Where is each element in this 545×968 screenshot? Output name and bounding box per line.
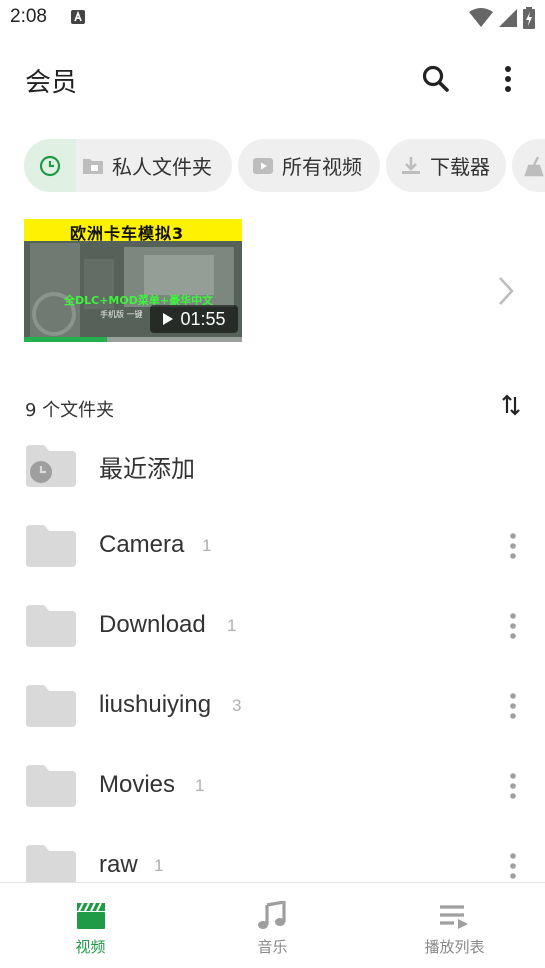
nav-item-playlist[interactable]: 播放列表 xyxy=(364,883,545,968)
folder-name: liushuiying xyxy=(99,691,212,718)
recent-video-row[interactable]: 欧洲卡车模拟3 全DLC+MOD菜单+豪华中文 手机版 一键 01:55 xyxy=(24,219,521,343)
folder-name: Camera xyxy=(99,531,185,558)
folders-count: 9 个文件夹 xyxy=(25,400,115,421)
signal-icon xyxy=(499,9,517,27)
thumbnail-title: 欧洲卡车模拟3 xyxy=(70,224,185,243)
folder-name: Movies xyxy=(99,771,176,798)
nav-item-video[interactable]: 视频 xyxy=(0,883,181,968)
bottom-nav: 视频 音乐 播放列表 xyxy=(0,882,545,968)
search-icon[interactable] xyxy=(420,63,452,95)
recent-history-toggle[interactable] xyxy=(24,139,76,192)
page-title: 会员 xyxy=(25,68,78,98)
music-note-icon xyxy=(258,901,286,929)
folder-count: 3 xyxy=(232,696,242,715)
chip-all-videos[interactable]: 所有视频 xyxy=(238,139,380,192)
play-icon xyxy=(163,313,174,325)
quick-access-chips: 私人文件夹 所有视频 下载器 xyxy=(0,139,545,193)
more-vert-icon[interactable] xyxy=(503,531,523,561)
folder-item[interactable]: Movies 1 xyxy=(0,745,545,825)
status-time: 2:08 xyxy=(10,6,47,27)
nav-item-music[interactable]: 音乐 xyxy=(182,883,363,968)
playlist-icon xyxy=(440,905,468,929)
more-vert-icon[interactable] xyxy=(503,771,523,801)
more-vert-icon[interactable] xyxy=(503,611,523,641)
more-vert-icon[interactable] xyxy=(496,63,520,95)
clapperboard-icon xyxy=(77,902,105,929)
chip-label: 私人文件夹 xyxy=(112,155,212,179)
chevron-right-icon[interactable] xyxy=(496,275,516,307)
folder-name: raw xyxy=(99,851,138,878)
folder-name: Download xyxy=(99,611,206,638)
nav-label: 播放列表 xyxy=(424,938,485,956)
chip-downloader[interactable]: 下载器 xyxy=(386,139,506,192)
chip-label: 所有视频 xyxy=(282,155,362,179)
notification-a-icon xyxy=(71,10,85,24)
folder-count: 1 xyxy=(154,856,164,875)
broom-icon xyxy=(524,155,544,176)
folders-header: 9 个文件夹 xyxy=(25,394,522,422)
thumbnail-small-text: 手机版 一键 xyxy=(100,310,143,319)
chip-cleaner[interactable] xyxy=(512,139,545,192)
more-vert-icon[interactable] xyxy=(503,691,523,721)
duration-text: 01:55 xyxy=(180,308,226,329)
folder-item[interactable]: liushuiying 3 xyxy=(0,665,545,745)
video-icon xyxy=(253,157,273,174)
status-bar: 2:08 xyxy=(0,0,545,36)
chip-label: 下载器 xyxy=(430,155,490,179)
wifi-icon xyxy=(469,8,493,27)
app-bar: 会员 xyxy=(0,36,545,122)
folder-item[interactable]: Camera 1 xyxy=(0,505,545,585)
folder-item[interactable]: Download 1 xyxy=(0,585,545,665)
folder-icon xyxy=(26,765,76,807)
folder-icon xyxy=(26,605,76,647)
folder-icon xyxy=(26,525,76,567)
chip-private-folder[interactable]: 私人文件夹 xyxy=(24,139,232,192)
folder-name: 最近添加 xyxy=(99,455,195,483)
folder-count: 1 xyxy=(202,536,212,555)
download-icon xyxy=(402,156,420,174)
duration-badge: 01:55 xyxy=(150,305,238,333)
nav-label: 音乐 xyxy=(257,938,288,956)
folder-icon xyxy=(26,685,76,727)
progress-fill xyxy=(24,337,107,342)
folder-icon xyxy=(26,845,76,887)
folder-item-recently-added[interactable]: 最近添加 xyxy=(0,425,545,505)
recent-folder-icon xyxy=(26,445,76,487)
lock-folder-icon xyxy=(83,158,103,174)
more-vert-icon[interactable] xyxy=(503,851,523,881)
video-thumbnail[interactable]: 欧洲卡车模拟3 全DLC+MOD菜单+豪华中文 手机版 一键 01:55 xyxy=(24,219,242,342)
sort-icon[interactable] xyxy=(500,394,522,416)
battery-icon xyxy=(523,7,535,29)
status-icons xyxy=(469,7,535,29)
clock-icon xyxy=(39,155,61,176)
folder-count: 1 xyxy=(227,616,237,635)
folder-count: 1 xyxy=(195,776,205,795)
nav-label: 视频 xyxy=(75,938,106,956)
